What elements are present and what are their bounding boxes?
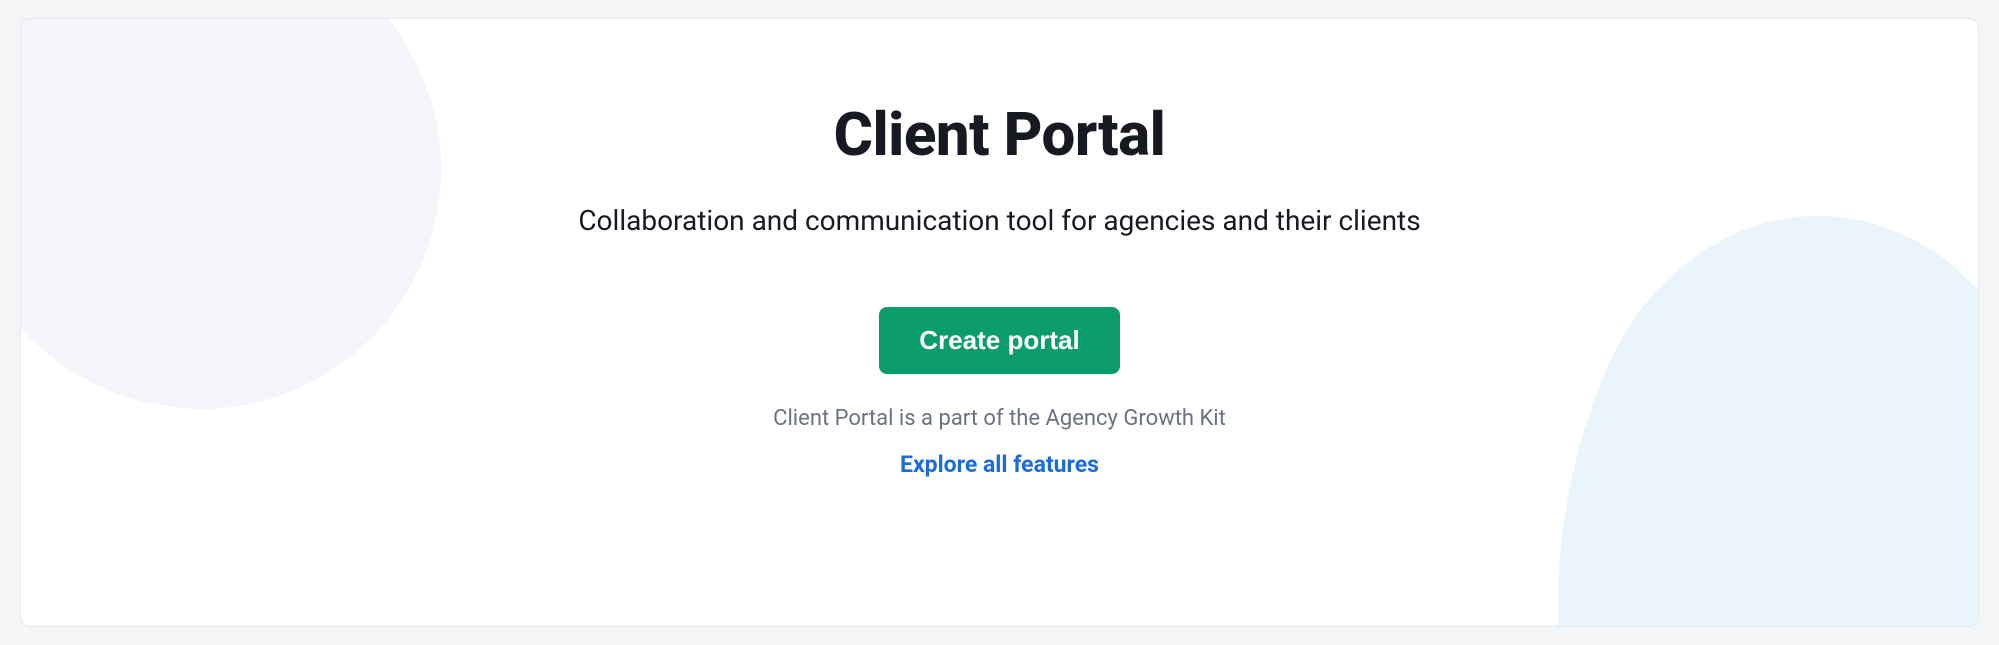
- kit-note: Client Portal is a part of the Agency Gr…: [773, 406, 1226, 431]
- explore-features-link[interactable]: Explore all features: [900, 451, 1099, 478]
- decorative-blob-left: [20, 18, 441, 409]
- page-subtitle: Collaboration and communication tool for…: [578, 204, 1420, 237]
- hero-card: Client Portal Collaboration and communic…: [20, 18, 1979, 627]
- page-title: Client Portal: [834, 99, 1166, 170]
- create-portal-button[interactable]: Create portal: [879, 307, 1119, 374]
- decorative-blob-right: [1558, 206, 1979, 627]
